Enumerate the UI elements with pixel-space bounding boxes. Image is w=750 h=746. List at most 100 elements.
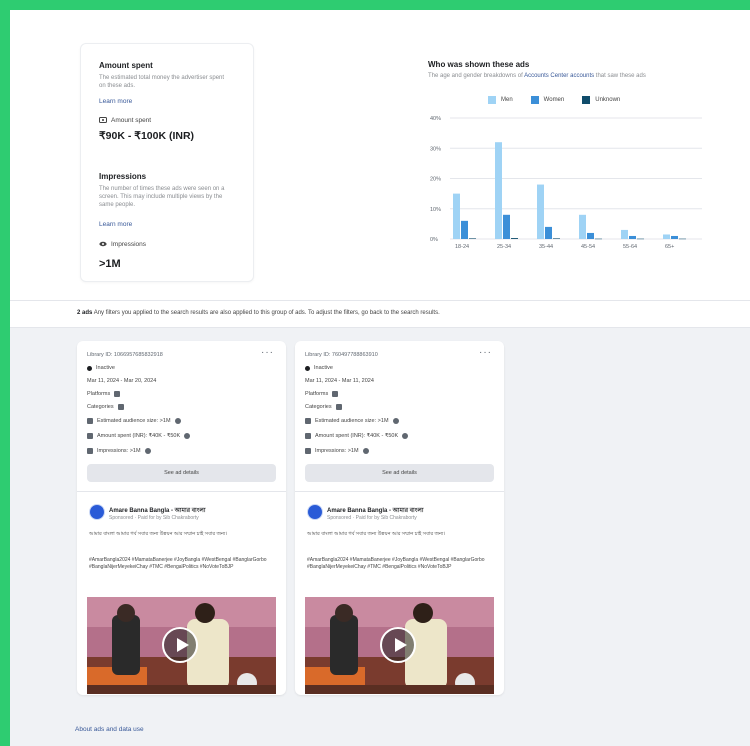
ad-impressions: Impressions: >1M (315, 448, 359, 454)
eye-icon (305, 448, 311, 454)
category-icon (117, 404, 124, 410)
bar-unknown-18-24 (469, 238, 476, 239)
info-icon[interactable] (174, 418, 181, 424)
y-tick-label: 20% (430, 177, 441, 183)
results-note: Any filters you applied to the search re… (93, 310, 440, 316)
ad-impressions-row: Impressions: >1M (305, 448, 369, 454)
advertiser-avatar[interactable] (89, 504, 105, 520)
ad-spent-row: Amount spent (INR): ₹40K - ₹50K (87, 433, 191, 439)
info-icon[interactable] (362, 448, 369, 454)
advertiser-avatar[interactable] (307, 504, 323, 520)
impressions-icon-label: Impressions (111, 240, 147, 248)
bar-women-35-44 (545, 226, 552, 239)
category-icon (335, 404, 342, 410)
amount-spent-label-row: Amount spent (99, 116, 151, 124)
legend-label-unknown: Unknown (595, 97, 621, 103)
bar-unknown-35-44 (553, 238, 560, 239)
ad-impressions-row: Impressions: >1M (87, 448, 151, 454)
info-icon[interactable] (184, 433, 191, 439)
bar-unknown-45-54 (595, 238, 602, 240)
impressions-heading: Impressions (99, 172, 147, 181)
x-tick-label: 55-64 (623, 244, 637, 250)
platforms-label: Platforms (305, 391, 329, 397)
ad-status: Inactive (96, 365, 115, 371)
impressions-learn-more-link[interactable]: Learn more (99, 221, 132, 228)
ad-impressions: Impressions: >1M (97, 448, 141, 454)
info-icon[interactable] (392, 418, 399, 424)
money-icon (99, 117, 107, 123)
chart-subtitle-prefix: The age and gender breakdowns of (428, 73, 523, 79)
ad-body-text: আমার বাংলা আমার গর্ব সবার জন্য উন্নয়ন আ… (307, 531, 446, 537)
ad-video-thumbnail[interactable] (305, 597, 494, 694)
ad-audience-row: Estimated audience size: >1M (87, 418, 181, 424)
bar-women-45-54 (587, 232, 594, 239)
ad-hashtags: #AmarBangla2024 #MamataBanerjee #JoyBang… (307, 557, 485, 570)
play-icon[interactable] (380, 627, 416, 663)
results-summary: 2 ads Any filters you applied to the sea… (77, 310, 440, 316)
sponsored-label: Sponsored · Paid for by Sib Chakraborty (327, 515, 417, 521)
ad-body-text: আমার বাংলা আমার গর্ব সবার জন্য উন্নয়ন আ… (89, 531, 228, 537)
ad-amount-spent: Amount spent (INR): ₹40K - ₹50K (315, 433, 399, 439)
y-tick-label: 0% (430, 237, 438, 243)
x-tick-label: 35-44 (539, 244, 553, 250)
facebook-icon (114, 391, 121, 397)
bar-women-55-64 (629, 235, 636, 239)
impressions-value: >1M (99, 258, 121, 270)
results-count: 2 ads (77, 310, 93, 316)
ad-library-id: Library ID: 760497788863910 (305, 352, 378, 358)
money-icon (305, 433, 311, 439)
see-ad-details-button[interactable]: See ad details (305, 464, 494, 482)
about-ads-link[interactable]: About ads and data use (75, 726, 144, 733)
bar-women-25-34 (503, 214, 510, 239)
amount-spent-heading: Amount spent (99, 61, 153, 70)
amount-spent-description: The estimated total money the advertiser… (99, 75, 225, 89)
bar-men-55-64 (621, 229, 628, 239)
info-icon[interactable] (144, 448, 151, 454)
card-divider (77, 491, 286, 492)
more-options-icon[interactable]: ··· (479, 347, 492, 358)
ad-categories-row: Categories (87, 404, 124, 410)
bar-men-25-34 (495, 142, 502, 239)
ad-video-thumbnail[interactable] (87, 597, 276, 694)
ad-status-row: Inactive (87, 365, 115, 371)
legend-label-men: Men (501, 97, 513, 103)
ad-card: Library ID: 760497788863910 ··· Inactive… (295, 341, 504, 695)
legend-swatch-women (530, 96, 539, 104)
ad-audience: Estimated audience size: >1M (97, 418, 171, 424)
legend-item-women: Women (530, 96, 564, 104)
legend-item-unknown: Unknown (582, 96, 620, 104)
ad-audience-row: Estimated audience size: >1M (305, 418, 399, 424)
categories-label: Categories (87, 404, 114, 410)
impressions-description: The number of times these ads were seen … (99, 186, 225, 208)
accounts-center-link[interactable]: Accounts Center accounts (524, 73, 594, 79)
bar-women-18-24 (461, 220, 468, 239)
x-tick-label: 18-24 (455, 244, 469, 250)
info-icon[interactable] (402, 433, 409, 439)
y-tick-label: 30% (430, 146, 441, 152)
y-tick-label: 40% (430, 116, 441, 122)
eye-icon (87, 448, 93, 454)
sponsored-label: Sponsored · Paid for by Sib Chakraborty (109, 515, 199, 521)
results-bar: 2 ads Any filters you applied to the sea… (10, 301, 750, 328)
see-ad-details-button[interactable]: See ad details (87, 464, 276, 482)
platforms-label: Platforms (87, 391, 111, 397)
spend-impressions-card: Amount spent The estimated total money t… (80, 43, 254, 282)
ad-audience: Estimated audience size: >1M (315, 418, 389, 424)
audience-icon (305, 418, 311, 424)
bar-men-45-54 (579, 214, 586, 239)
amount-spent-value: ₹90K - ₹100K (INR) (99, 130, 195, 142)
chart-title: Who was shown these ads (428, 60, 530, 69)
x-tick-label: 65+ (665, 244, 674, 250)
bar-unknown-65+ (679, 238, 686, 240)
audience-icon (87, 418, 93, 424)
play-icon[interactable] (162, 627, 198, 663)
ad-dates: Mar 11, 2024 - Mar 20, 2024 (87, 378, 157, 384)
ad-amount-spent: Amount spent (INR): ₹40K - ₹50K (97, 433, 181, 439)
bar-men-65+ (663, 234, 670, 239)
legend-item-men: Men (488, 96, 513, 104)
age-gender-bar-chart: 0% 10% 20% 30% 40% 18-24 25-34 35-44 45-54 55-64 6… (430, 116, 702, 250)
eye-icon (99, 241, 107, 247)
more-options-icon[interactable]: ··· (261, 347, 274, 358)
amount-spent-learn-more-link[interactable]: Learn more (99, 98, 132, 105)
status-dot-icon (87, 365, 92, 371)
